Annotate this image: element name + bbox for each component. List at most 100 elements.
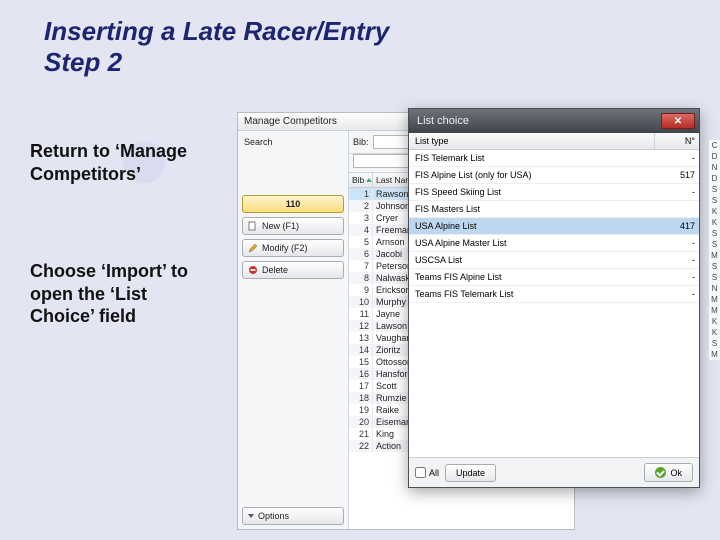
row-bib: 20 [349, 416, 373, 428]
edge-letter: S [709, 184, 720, 195]
search-label: Search [242, 135, 344, 147]
pencil-icon [248, 243, 258, 253]
edge-letter: N [709, 162, 720, 173]
row-bib: 6 [349, 248, 373, 260]
ok-icon [655, 467, 666, 478]
edge-letter: K [709, 206, 720, 217]
manage-left-panel: Search 110 New (F1) Modify (F2) Delete O… [238, 131, 348, 529]
list-item-label: USA Alpine Master List [409, 235, 655, 251]
instruction-2: Choose ‘Import’ to open the ‘List Choice… [30, 260, 210, 328]
row-bib: 8 [349, 272, 373, 284]
list-item-label: FIS Alpine List (only for USA) [409, 167, 655, 183]
row-bib: 1 [349, 188, 373, 200]
row-bib: 21 [349, 428, 373, 440]
list-item[interactable]: Teams FIS Telemark List- [409, 286, 699, 303]
ok-button[interactable]: Ok [644, 463, 693, 482]
list-item[interactable]: USA Alpine Master List- [409, 235, 699, 252]
list-item-label: FIS Masters List [409, 201, 655, 217]
edge-letter: M [709, 250, 720, 261]
new-button[interactable]: New (F1) [242, 217, 344, 235]
row-bib: 22 [349, 440, 373, 452]
col-bib[interactable]: Bib [352, 175, 364, 185]
row-bib: 4 [349, 224, 373, 236]
edge-letter: S [709, 272, 720, 283]
edge-letter: S [709, 338, 720, 349]
row-bib: 11 [349, 308, 373, 320]
list-item-label: FIS Telemark List [409, 150, 655, 166]
all-checkbox-label[interactable]: All [415, 467, 439, 478]
list-item-label: FIS Speed Skiing List [409, 184, 655, 200]
chevron-down-icon [248, 514, 254, 518]
edge-letter: M [709, 294, 720, 305]
edge-letter: M [709, 305, 720, 316]
edge-letter: D [709, 173, 720, 184]
list-choice-dialog: List choice ✕ List type N° FIS Telemark … [408, 108, 700, 488]
list-item[interactable]: Teams FIS Alpine List- [409, 269, 699, 286]
list-item-count: - [655, 286, 699, 302]
list-item[interactable]: FIS Speed Skiing List- [409, 184, 699, 201]
col-list-n[interactable]: N° [655, 133, 699, 149]
list-choice-footer: All Update Ok [409, 457, 699, 487]
list-item-count [655, 201, 699, 217]
edge-letter: N [709, 283, 720, 294]
edge-letter: K [709, 217, 720, 228]
options-button[interactable]: Options [242, 507, 344, 525]
bib-label: Bib: [353, 137, 369, 147]
list-item-label: USA Alpine List [409, 218, 655, 234]
new-icon [248, 221, 258, 231]
edge-letter: D [709, 151, 720, 162]
edge-letter: K [709, 316, 720, 327]
update-button[interactable]: Update [445, 464, 496, 482]
all-checkbox[interactable] [415, 467, 426, 478]
sort-asc-icon [366, 178, 372, 182]
col-list-type[interactable]: List type [409, 133, 655, 149]
row-bib: 15 [349, 356, 373, 368]
list-item-count: 417 [655, 218, 699, 234]
count-button[interactable]: 110 [242, 195, 344, 213]
row-bib: 3 [349, 212, 373, 224]
row-bib: 14 [349, 344, 373, 356]
close-icon: ✕ [674, 116, 682, 127]
list-item[interactable]: FIS Telemark List- [409, 150, 699, 167]
list-item-count: - [655, 269, 699, 285]
row-bib: 18 [349, 392, 373, 404]
row-bib: 10 [349, 296, 373, 308]
list-item[interactable]: FIS Alpine List (only for USA)517 [409, 167, 699, 184]
list-item[interactable]: FIS Masters List [409, 201, 699, 218]
list-item-label: USCSA List [409, 252, 655, 268]
list-item-label: Teams FIS Alpine List [409, 269, 655, 285]
list-choice-titlebar[interactable]: List choice ✕ [409, 109, 699, 133]
edge-letter: C [709, 140, 720, 151]
list-item[interactable]: USA Alpine List417 [409, 218, 699, 235]
page-title: Inserting a Late Racer/Entry Step 2 [44, 16, 389, 78]
delete-button[interactable]: Delete [242, 261, 344, 279]
list-item-count: - [655, 184, 699, 200]
title-line-1: Inserting a Late Racer/Entry [44, 16, 389, 46]
edge-letter: S [709, 239, 720, 250]
list-item-count: - [655, 252, 699, 268]
edge-letter: M [709, 349, 720, 360]
title-line-2: Step 2 [44, 47, 122, 77]
edge-letter: S [709, 228, 720, 239]
row-bib: 5 [349, 236, 373, 248]
list-choice-header: List type N° [409, 133, 699, 150]
close-button[interactable]: ✕ [661, 113, 695, 129]
list-item-count: 517 [655, 167, 699, 183]
list-item-count: - [655, 150, 699, 166]
row-bib: 7 [349, 260, 373, 272]
modify-button[interactable]: Modify (F2) [242, 239, 344, 257]
edge-letter: S [709, 195, 720, 206]
edge-letter: K [709, 327, 720, 338]
row-bib: 2 [349, 200, 373, 212]
row-bib: 9 [349, 284, 373, 296]
row-bib: 13 [349, 332, 373, 344]
edge-letter: S [709, 261, 720, 272]
list-choice-title: List choice [417, 115, 661, 127]
instruction-1: Return to ‘Manage Competitors’ [30, 140, 200, 185]
list-choice-body: FIS Telemark List-FIS Alpine List (only … [409, 150, 699, 457]
row-bib: 12 [349, 320, 373, 332]
row-bib: 17 [349, 380, 373, 392]
list-item-label: Teams FIS Telemark List [409, 286, 655, 302]
row-bib: 19 [349, 404, 373, 416]
list-item[interactable]: USCSA List- [409, 252, 699, 269]
